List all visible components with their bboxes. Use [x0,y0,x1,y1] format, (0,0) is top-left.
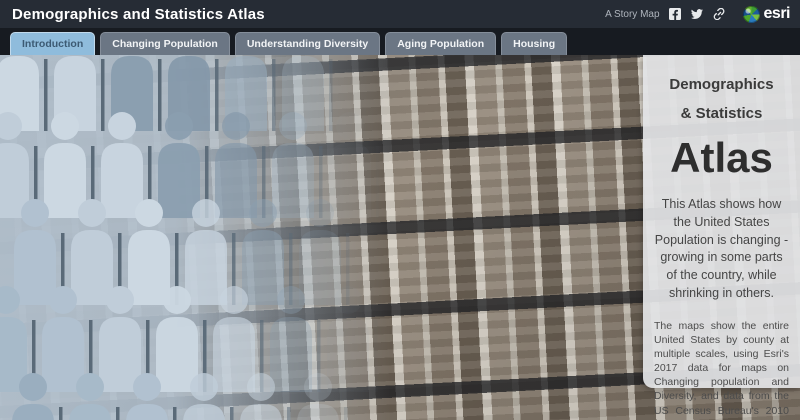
share-link-icon[interactable] [713,8,726,21]
panel-heading: Demographics & Statistics [654,71,789,128]
person-silhouette-icon [183,373,234,420]
panel-heading-line2: & Statistics [680,104,763,122]
header-bar: Demographics and Statistics Atlas A Stor… [0,0,800,28]
twitter-icon[interactable] [691,8,704,21]
person-silhouette-icon [126,373,177,420]
intro-text-panel: Demographics & Statistics Atlas This Atl… [643,55,800,420]
tab-introduction[interactable]: Introduction [10,32,96,55]
person-silhouette-icon [240,373,291,420]
tab-understanding-diversity[interactable]: Understanding Diversity [234,32,381,55]
crowd-of-people-graphic [0,55,400,420]
esri-globe-icon [742,5,760,23]
facebook-icon[interactable] [669,8,682,21]
person-silhouette-icon [12,373,63,420]
tab-housing[interactable]: Housing [501,32,568,55]
esri-wordmark: esri [763,5,791,22]
panel-heading-line1: Demographics [669,76,774,93]
section-tab-bar: Introduction Changing Population Understan… [0,28,800,55]
panel-body-paragraph: The maps show the entire United States b… [654,319,789,420]
header-right-group: A Story Map esri [605,5,791,23]
panel-title: Atlas [670,134,773,181]
story-map-label: A Story Map [605,8,660,20]
panel-intro-paragraph: This Atlas shows how the United States P… [654,197,789,300]
intro-section: Demographics & Statistics Atlas This Atl… [0,55,800,420]
person-silhouette-icon [297,373,348,420]
story-map-app: Demographics and Statistics Atlas A Stor… [0,0,800,420]
tab-changing-population[interactable]: Changing Population [100,32,230,55]
person-silhouette-icon [69,373,120,420]
page-title: Demographics and Statistics Atlas [12,5,265,23]
esri-logo[interactable]: esri [742,5,791,23]
tab-aging-population[interactable]: Aging Population [385,32,497,55]
